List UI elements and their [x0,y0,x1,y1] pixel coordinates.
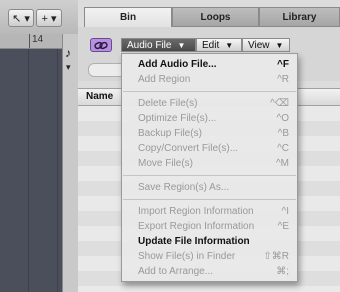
note-icon: ♪ [65,46,71,60]
link-icon [94,41,108,49]
track-lanes[interactable] [0,49,62,292]
menu-item-import-region-information[interactable]: Import Region Information ^I [122,205,297,220]
view-menu-button[interactable]: View ▼ [242,38,290,52]
menu-item-add-to-arrange[interactable]: Add to Arrange... ⌘; [122,265,297,280]
panel-tabs: Bin Loops Library [78,7,340,27]
view-menu-label: View [248,39,270,51]
bar-ruler[interactable]: 14 [0,34,62,49]
menu-item-copy-convert-files[interactable]: Copy/Convert File(s)... ^C [122,142,297,157]
chevron-down-icon: ▼ [177,40,186,50]
arrange-area: ↖ ▾ + ▾ 14 ♪ ▾ [0,0,79,292]
chevron-down-icon: ▼ [225,40,234,50]
pencil-tool-button[interactable]: + ▾ [36,9,62,27]
tab-library[interactable]: Library [259,7,340,27]
pointer-tool-button[interactable]: ↖ ▾ [8,9,34,27]
edit-menu-button[interactable]: Edit ▼ [196,38,242,52]
menu-separator [123,199,296,200]
ruler-bar-number: 14 [32,34,44,45]
menu-item-show-files-in-finder[interactable]: Show File(s) in Finder ⇧⌘R [122,250,297,265]
menu-item-move-files[interactable]: Move File(s) ^M [122,157,297,172]
name-column-header[interactable]: Name [86,91,113,102]
menu-item-save-regions-as[interactable]: Save Region(s) As... [122,181,297,196]
arrange-side-controls: ♪ ▾ [62,34,79,292]
audio-file-dropdown-menu: Add Audio File... ^F Add Region ^R Delet… [121,53,298,282]
tab-loops[interactable]: Loops [172,7,259,27]
chevron-down-icon[interactable]: ▾ [66,62,71,73]
chevron-down-icon: ▼ [275,40,284,50]
tab-bin[interactable]: Bin [84,7,172,27]
link-button[interactable] [90,38,112,52]
menu-item-add-audio-file[interactable]: Add Audio File... ^F [122,58,297,73]
menu-item-export-region-information[interactable]: Export Region Information ^E [122,220,297,235]
menu-separator [123,91,296,92]
audio-file-menu-button[interactable]: Audio File ▼ [121,38,196,52]
menu-item-backup-files[interactable]: Backup File(s) ^B [122,127,297,142]
menu-item-delete-files[interactable]: Delete File(s) ^⌫ [122,97,297,112]
audio-file-menu-label: Audio File [127,39,172,51]
ruler-tick [29,34,30,48]
menu-item-add-region[interactable]: Add Region ^R [122,73,297,88]
arrange-toolbar: ↖ ▾ + ▾ [0,0,78,35]
menu-item-update-file-information[interactable]: Update File Information [122,235,297,250]
menu-item-optimize-files[interactable]: Optimize File(s)... ^O [122,112,297,127]
menu-separator [123,175,296,176]
edit-menu-label: Edit [202,39,220,51]
